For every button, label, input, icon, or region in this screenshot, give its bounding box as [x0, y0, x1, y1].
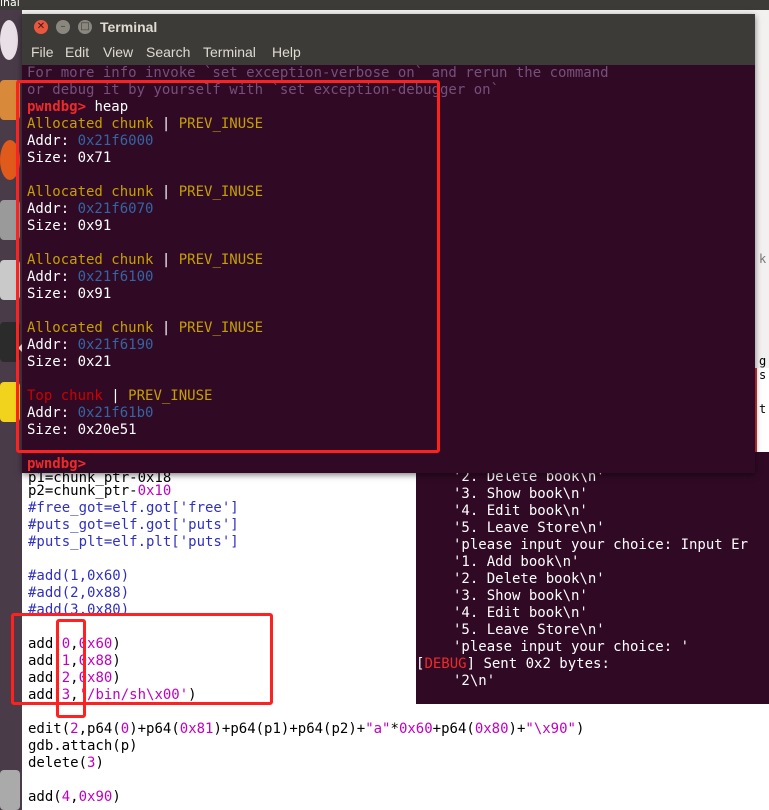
console-line: '5. Leave Store\n'	[453, 520, 605, 536]
launcher-app-icon-1[interactable]	[0, 20, 18, 60]
code-hex: 0x10	[137, 483, 172, 499]
menu-view[interactable]: View	[103, 44, 133, 60]
terminal-titlebar[interactable]: ✕ – □ Terminal	[22, 14, 755, 41]
menu-file[interactable]: File	[31, 44, 54, 60]
top-strip: inal	[0, 0, 769, 10]
code-line-p2: p2=chunk_ptr-0x10	[28, 483, 171, 499]
code-text: )	[112, 789, 121, 805]
console-line: '2. Delete book\n'	[453, 571, 605, 587]
code-text: )+p64(	[129, 721, 180, 737]
console-line: '4. Edit book\n'	[453, 605, 588, 621]
heap-annotation-box	[16, 80, 440, 453]
close-icon[interactable]: ✕	[34, 20, 48, 34]
code-number: 4	[61, 789, 71, 805]
code-line-add4: add(4,0x90)	[28, 789, 121, 805]
code-text: +p64(	[432, 721, 475, 737]
side-strip: g s t	[755, 354, 769, 452]
console-line: '1. Add book\n'	[453, 554, 580, 570]
code-text: *	[390, 721, 399, 737]
side-char: s	[759, 368, 767, 382]
code-line-edit: edit(2,p64(0)+p64(0x81)+p64(p1)+p64(p2)+…	[28, 721, 584, 737]
console-line: '3. Show book\n'	[453, 486, 588, 502]
console-line: '5. Leave Store\n'	[453, 622, 605, 638]
terminal-prompt-line-2: pwndbg>	[27, 456, 86, 472]
code-line-delete: delete(3)	[28, 755, 104, 771]
code-text: )+p64(p1)+p64(p2)+	[213, 721, 366, 737]
terminal-info-line-1: For more info invoke `set exception-verb…	[27, 65, 609, 81]
code-hex: 0x60	[398, 721, 433, 737]
code-hex: 0x80	[474, 721, 509, 737]
console-line: 'please input your choice: Input Er	[453, 537, 749, 553]
code-text: ,	[70, 789, 79, 805]
console-line: '4. Edit book\n'	[453, 503, 588, 519]
code-text: p2=chunk_ptr-	[28, 483, 138, 499]
code-line-puts-plt: #puts_plt=elf.plt['puts']	[28, 534, 239, 550]
side-char: g	[759, 354, 767, 368]
code-number: 2	[70, 721, 79, 737]
code-line-comment-add2: #add(2,0x88)	[28, 585, 130, 601]
code-hex: 0x90	[78, 789, 113, 805]
code-text: add(	[28, 789, 62, 805]
launcher-trash-icon[interactable]	[0, 770, 20, 810]
pwndbg-prompt: pwndbg>	[27, 456, 87, 472]
menu-help[interactable]: Help	[272, 44, 301, 60]
add-calls-annotation-box	[11, 613, 273, 705]
debug-text: ] Sent 0x2 bytes:	[466, 656, 610, 672]
code-text: edit(	[28, 721, 71, 737]
menu-terminal[interactable]: Terminal	[203, 44, 256, 60]
code-line-puts-got: #puts_got=elf.got['puts']	[28, 517, 239, 533]
code-string: "\x90"	[525, 721, 576, 737]
console-line: '3. Show book\n'	[453, 588, 588, 604]
console-debug-line: [DEBUG] Sent 0x2 bytes:	[416, 656, 610, 672]
window-title: Terminal	[100, 19, 158, 35]
console-sent-line: '2\n'	[453, 673, 496, 689]
menu-bar: File Edit View Search Terminal Help	[22, 41, 755, 65]
code-hex: 0x81	[179, 721, 214, 737]
debug-tag: DEBUG	[424, 656, 467, 672]
code-string: "a"	[365, 721, 391, 737]
code-text: )+	[508, 721, 526, 737]
side-char: k	[759, 252, 767, 266]
code-text: delete(	[28, 755, 88, 771]
index-annotation-box	[56, 619, 86, 718]
code-line-comment-add1: #add(1,0x60)	[28, 568, 130, 584]
menu-search[interactable]: Search	[146, 44, 190, 60]
console-line: 'please input your choice: '	[453, 639, 690, 655]
code-line-attach: gdb.attach(p)	[28, 738, 138, 754]
top-strip-text: inal	[0, 0, 20, 9]
code-number: 0	[120, 721, 130, 737]
side-char: t	[759, 402, 767, 416]
minimize-icon[interactable]: –	[56, 20, 70, 34]
maximize-icon[interactable]: □	[78, 20, 92, 34]
menu-edit[interactable]: Edit	[65, 44, 89, 60]
code-line-free-got: #free_got=elf.got['free']	[28, 500, 239, 516]
code-text: ,p64(	[78, 721, 121, 737]
right-panel: k	[755, 240, 769, 368]
code-text: )	[575, 721, 585, 737]
code-text: )	[95, 755, 104, 771]
